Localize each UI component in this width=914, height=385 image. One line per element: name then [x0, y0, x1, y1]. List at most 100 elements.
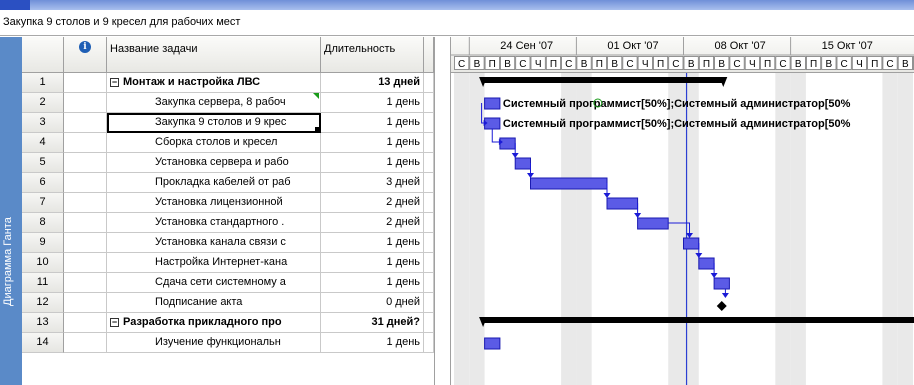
row-number[interactable]: 8 [22, 213, 64, 233]
duration-cell[interactable]: 1 день [321, 153, 424, 173]
extra-column-header[interactable] [424, 37, 434, 73]
task-name-cell[interactable]: Сборка столов и кресел [107, 133, 321, 153]
duration-cell[interactable]: 2 дней [321, 193, 424, 213]
task-name-cell[interactable]: Прокладка кабелей от раб [107, 173, 321, 193]
duration-cell[interactable]: 1 день [321, 133, 424, 153]
task-name-cell[interactable]: − Монтаж и настройка ЛВС [107, 73, 321, 93]
collapse-toggle-icon[interactable]: − [110, 78, 119, 87]
task-name-cell[interactable]: Сдача сети системному а [107, 273, 321, 293]
task-row[interactable]: 11 Сдача сети системному а 1 день [22, 273, 434, 293]
indicators-cell[interactable] [64, 333, 107, 353]
extra-cell[interactable] [424, 73, 434, 93]
indicators-cell[interactable] [64, 273, 107, 293]
indicators-cell[interactable] [64, 73, 107, 93]
task-name-cell[interactable]: Подписание акта [107, 293, 321, 313]
extra-cell[interactable] [424, 333, 434, 353]
extra-cell[interactable] [424, 133, 434, 153]
indicators-cell[interactable] [64, 253, 107, 273]
row-number[interactable]: 13 [22, 313, 64, 333]
indicators-cell[interactable] [64, 133, 107, 153]
duration-cell[interactable]: 1 день [321, 113, 424, 133]
extra-cell[interactable] [424, 313, 434, 333]
duration-cell[interactable]: 3 дней [321, 173, 424, 193]
row-number[interactable]: 7 [22, 193, 64, 213]
gantt-chart: 24 Сен '07 01 Окт '07 08 Окт '07 15 Окт '07… [451, 37, 914, 385]
task-row[interactable]: 8 Установка стандартного . 2 дней [22, 213, 434, 233]
duration-cell[interactable]: 1 день [321, 233, 424, 253]
summary-bar [483, 317, 914, 323]
entry-bar[interactable]: Закупка 9 столов и 9 кресел для рабочих … [0, 10, 914, 36]
task-row[interactable]: 13 − Разработка прикладного про 31 дней? [22, 313, 434, 333]
duration-cell[interactable]: 1 день [321, 93, 424, 113]
duration-column-header[interactable]: Длительность [321, 37, 424, 73]
task-name-cell[interactable]: Изучение функциональн [107, 333, 321, 353]
split-bar[interactable] [434, 37, 451, 385]
indicators-cell[interactable] [64, 233, 107, 253]
task-name-cell[interactable]: Установка лицензионной [107, 193, 321, 213]
task-name-cell[interactable]: Закупка сервера, 8 рабоч [107, 93, 321, 113]
row-number[interactable]: 9 [22, 233, 64, 253]
task-row[interactable]: 5 Установка сервера и рабо 1 день [22, 153, 434, 173]
indicators-cell[interactable] [64, 313, 107, 333]
indicators-cell[interactable] [64, 173, 107, 193]
duration-cell[interactable]: 31 дней? [321, 313, 424, 333]
indicators-cell[interactable] [64, 213, 107, 233]
gantt-body-svg: Системный программист[50%];Системный адм… [454, 73, 914, 385]
extra-cell[interactable] [424, 93, 434, 113]
task-row[interactable]: 14 Изучение функциональн 1 день [22, 333, 434, 353]
task-name-cell[interactable]: − Разработка прикладного про [107, 313, 321, 333]
indicators-column-header[interactable]: i [64, 37, 107, 73]
indicators-cell[interactable] [64, 113, 107, 133]
extra-cell[interactable] [424, 293, 434, 313]
task-row[interactable]: 12 Подписание акта 0 дней [22, 293, 434, 313]
extra-cell[interactable] [424, 113, 434, 133]
view-bar[interactable]: Диаграмма Ганта [0, 37, 22, 385]
row-number[interactable]: 3 [22, 113, 64, 133]
row-number[interactable]: 1 [22, 73, 64, 93]
indicators-cell[interactable] [64, 193, 107, 213]
duration-cell[interactable]: 2 дней [321, 213, 424, 233]
task-row[interactable]: 3 Закупка 9 столов и 9 крес 1 день [22, 113, 434, 133]
task-row[interactable]: 1 − Монтаж и настройка ЛВС 13 дней [22, 73, 434, 93]
extra-cell[interactable] [424, 193, 434, 213]
duration-cell[interactable]: 1 день [321, 333, 424, 353]
extra-cell[interactable] [424, 153, 434, 173]
row-number[interactable]: 5 [22, 153, 64, 173]
dependency-arrow [634, 213, 642, 218]
day-letter: В [504, 59, 511, 70]
task-row[interactable]: 4 Сборка столов и кресел 1 день [22, 133, 434, 153]
row-number[interactable]: 12 [22, 293, 64, 313]
fill-handle-icon[interactable] [315, 127, 320, 132]
indicators-cell[interactable] [64, 293, 107, 313]
extra-cell[interactable] [424, 253, 434, 273]
extra-cell[interactable] [424, 233, 434, 253]
duration-cell[interactable]: 1 день [321, 273, 424, 293]
task-row[interactable]: 6 Прокладка кабелей от раб 3 дней [22, 173, 434, 193]
task-name-cell[interactable]: Установка стандартного . [107, 213, 321, 233]
task-name-cell[interactable]: Установка канала связи с [107, 233, 321, 253]
extra-cell[interactable] [424, 173, 434, 193]
row-number[interactable]: 4 [22, 133, 64, 153]
task-name-cell[interactable]: Настройка Интернет-кана [107, 253, 321, 273]
task-row[interactable]: 10 Настройка Интернет-кана 1 день [22, 253, 434, 273]
duration-cell[interactable]: 0 дней [321, 293, 424, 313]
row-number[interactable]: 14 [22, 333, 64, 353]
task-name-cell[interactable]: Закупка 9 столов и 9 крес [107, 113, 321, 133]
row-number[interactable]: 10 [22, 253, 64, 273]
indicators-cell[interactable] [64, 93, 107, 113]
row-number[interactable]: 11 [22, 273, 64, 293]
task-row[interactable]: 2 Закупка сервера, 8 рабоч 1 день [22, 93, 434, 113]
extra-cell[interactable] [424, 213, 434, 233]
row-number[interactable]: 6 [22, 173, 64, 193]
duration-cell[interactable]: 13 дней [321, 73, 424, 93]
indicators-cell[interactable] [64, 153, 107, 173]
task-row[interactable]: 7 Установка лицензионной 2 дней [22, 193, 434, 213]
task-row[interactable]: 9 Установка канала связи с 1 день [22, 233, 434, 253]
collapse-toggle-icon[interactable]: − [110, 318, 119, 327]
select-all-corner[interactable] [22, 37, 64, 73]
row-number[interactable]: 2 [22, 93, 64, 113]
task-name-column-header[interactable]: Название задачи [107, 37, 321, 73]
task-name-cell[interactable]: Установка сервера и рабо [107, 153, 321, 173]
duration-cell[interactable]: 1 день [321, 253, 424, 273]
extra-cell[interactable] [424, 273, 434, 293]
